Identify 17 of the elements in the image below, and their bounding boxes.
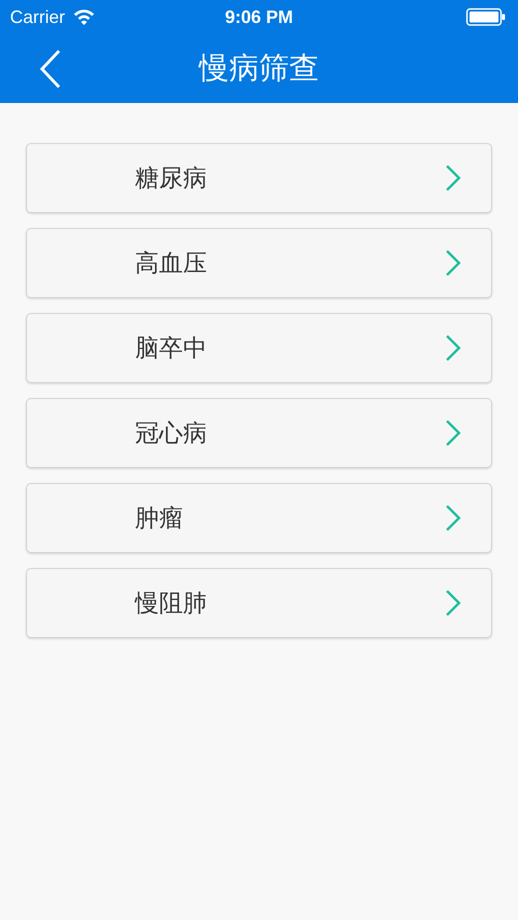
chevron-icon xyxy=(445,589,461,617)
list-item[interactable]: 脑卒中 xyxy=(26,313,492,383)
battery-icon xyxy=(466,8,506,26)
wifi-icon xyxy=(73,9,96,25)
list-item[interactable]: 高血压 xyxy=(26,228,492,298)
time-label: 9:06 PM xyxy=(224,6,294,28)
chevron-icon xyxy=(445,334,461,362)
carrier-label: Carrier xyxy=(10,6,66,28)
list-item[interactable]: 冠心病 xyxy=(26,398,492,468)
chevron-icon xyxy=(445,164,461,192)
chevron-icon xyxy=(445,419,461,447)
list-item[interactable]: 糖尿病 xyxy=(26,143,492,213)
list-item[interactable]: 慢阻肺 xyxy=(26,568,492,638)
chevron-icon xyxy=(445,504,461,532)
screen-title: 慢病筛查 xyxy=(199,50,319,88)
chevron-icon xyxy=(445,249,461,277)
list-item[interactable]: 肿瘤 xyxy=(26,483,492,553)
